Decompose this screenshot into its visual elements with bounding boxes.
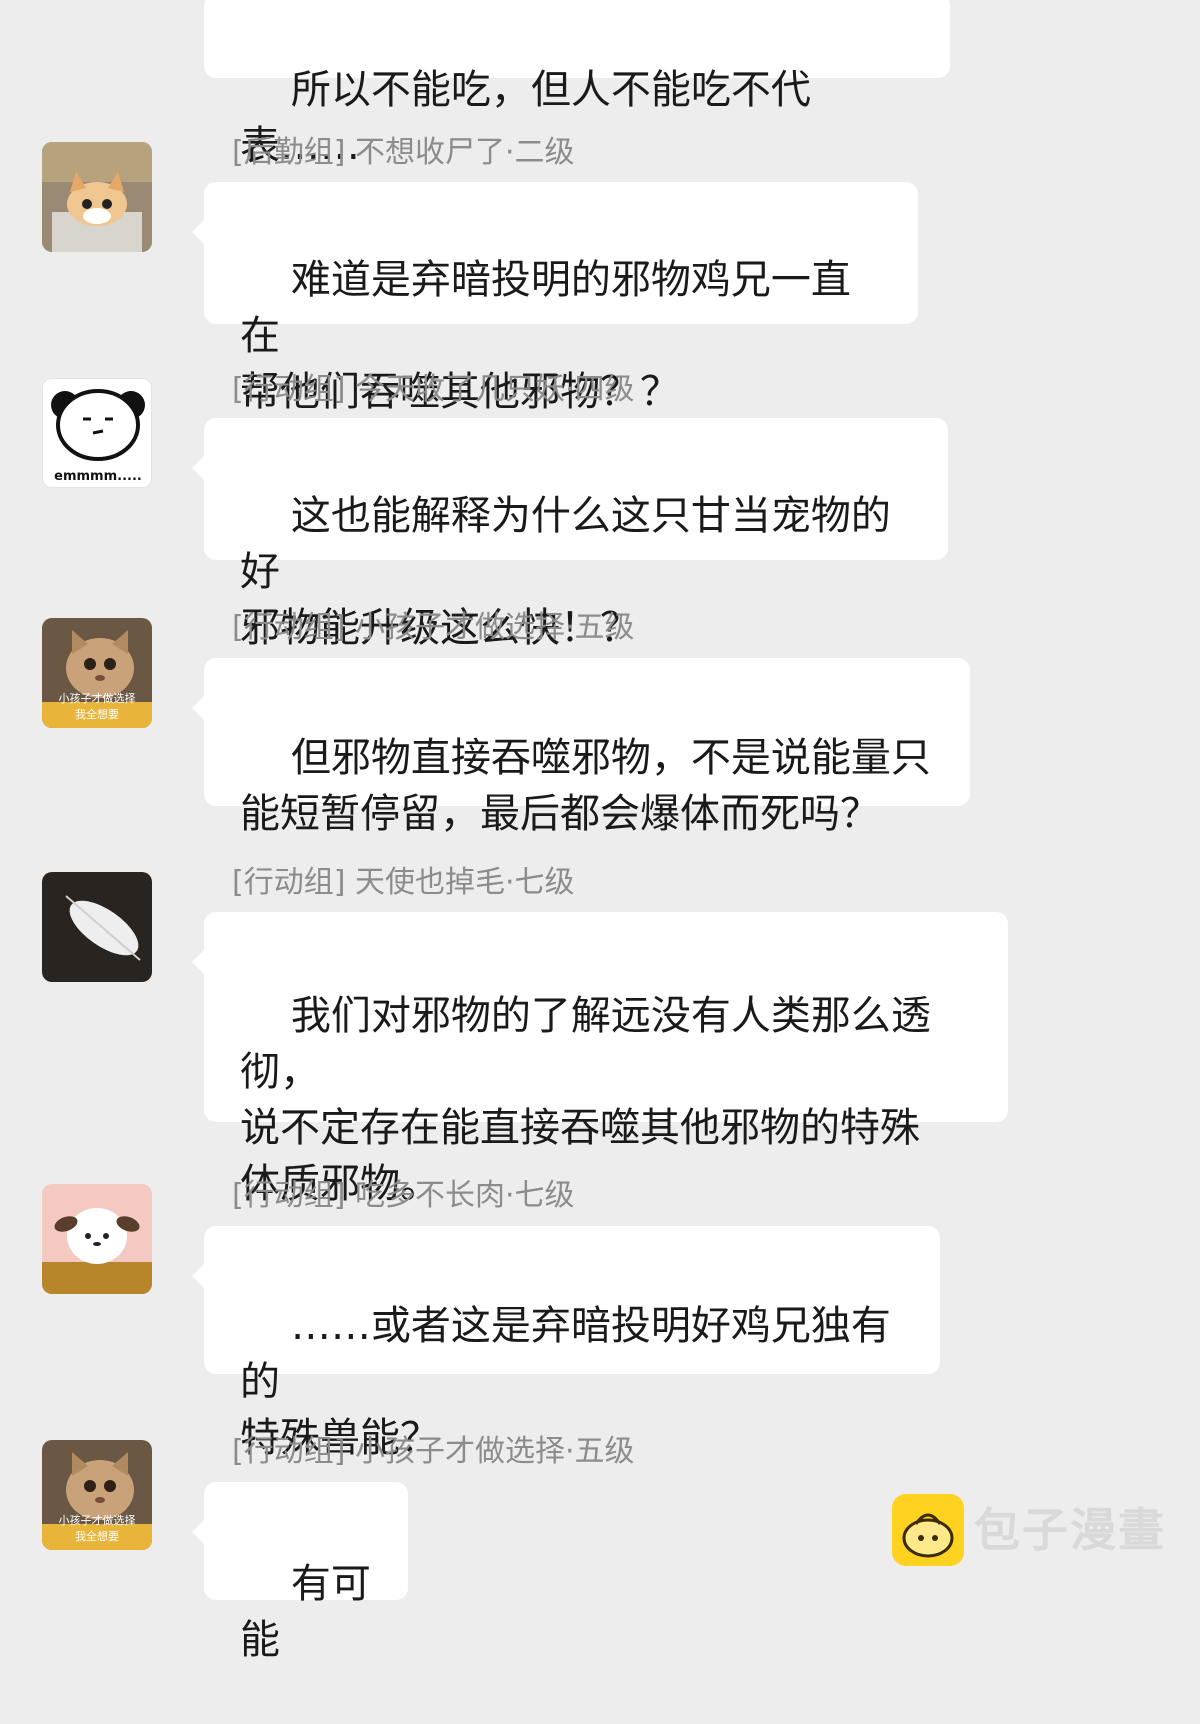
message-bubble[interactable]: 所以不能吃，但人不能吃不代表…… <box>204 0 950 169</box>
svg-text:我全想要: 我全想要 <box>75 707 119 721</box>
message-text: 我们对邪物的了解远没有人类那么透彻， 说不定存在能直接吞噬其他邪物的特殊 体质邪… <box>240 993 931 1207</box>
message-text: 有可能 <box>240 1561 371 1663</box>
chat-thread: 所以不能吃，但人不能吃不代表…… [后勤组] 不想收尸了·二级 难道是弃暗投明的… <box>0 0 1200 1663</box>
cat-meme-avatar: 小孩子才做选择 我全想要 <box>42 618 152 728</box>
bun-logo-icon <box>892 1494 964 1566</box>
svg-text:emmmm.....: emmmm..... <box>54 469 142 484</box>
message-bubble[interactable]: 我们对邪物的了解远没有人类那么透彻， 说不定存在能直接吞噬其他邪物的特殊 体质邪… <box>192 912 1008 1207</box>
message-text: 但邪物直接吞噬邪物，不是说能量只 能短暂停留，最后都会爆体而死吗？ <box>240 735 931 837</box>
kitten-in-box-avatar <box>42 142 152 252</box>
feather-avatar <box>42 872 152 982</box>
avatar[interactable] <box>42 142 152 252</box>
sender-name: [行动组] 今天收了几只妖·四级 <box>232 372 635 407</box>
message-bubble[interactable]: 难道是弃暗投明的邪物鸡兄一直在 帮他们吞噬其他邪物？？ <box>192 182 918 415</box>
sender-name: [行动组] 小孩子才做选择·五级 <box>232 1434 635 1469</box>
svg-text:小孩子才做选择: 小孩子才做选择 <box>59 1513 136 1527</box>
sender-name: [后勤组] 不想收尸了·二级 <box>232 135 575 170</box>
avatar[interactable]: 小孩子才做选择 我全想要 <box>42 1440 152 1550</box>
message-bubble[interactable]: 但邪物直接吞噬邪物，不是说能量只 能短暂停留，最后都会爆体而死吗？ <box>192 658 970 837</box>
avatar[interactable]: emmmm..... <box>42 378 152 488</box>
sender-name: [行动组] 小孩子才做选择·五级 <box>232 610 635 645</box>
message-bubble[interactable]: 这也能解释为什么这只甘当宠物的好 邪物能升级这么快！？ <box>192 418 948 651</box>
svg-text:小孩子才做选择: 小孩子才做选择 <box>59 691 136 705</box>
cat-meme-avatar: 小孩子才做选择 我全想要 <box>42 1440 152 1550</box>
avatar[interactable] <box>42 872 152 982</box>
watermark: 包子漫畫 <box>892 1494 1172 1570</box>
sender-name: [行动组] 天使也掉毛·七级 <box>232 865 575 900</box>
avatar[interactable]: 小孩子才做选择 我全想要 <box>42 618 152 728</box>
svg-text:我全想要: 我全想要 <box>75 1529 119 1543</box>
puppy-dessert-avatar <box>42 1184 152 1294</box>
message-bubble[interactable]: ……或者这是弃暗投明好鸡兄独有的 特殊兽能？ <box>192 1226 940 1461</box>
sender-name: [行动组] 吃多不长肉·七级 <box>232 1178 575 1213</box>
avatar[interactable] <box>42 1184 152 1294</box>
panda-meme-avatar: emmmm..... <box>43 379 151 487</box>
watermark-text: 包子漫畫 <box>974 1503 1166 1557</box>
message-bubble[interactable]: 有可能 <box>192 1482 408 1663</box>
